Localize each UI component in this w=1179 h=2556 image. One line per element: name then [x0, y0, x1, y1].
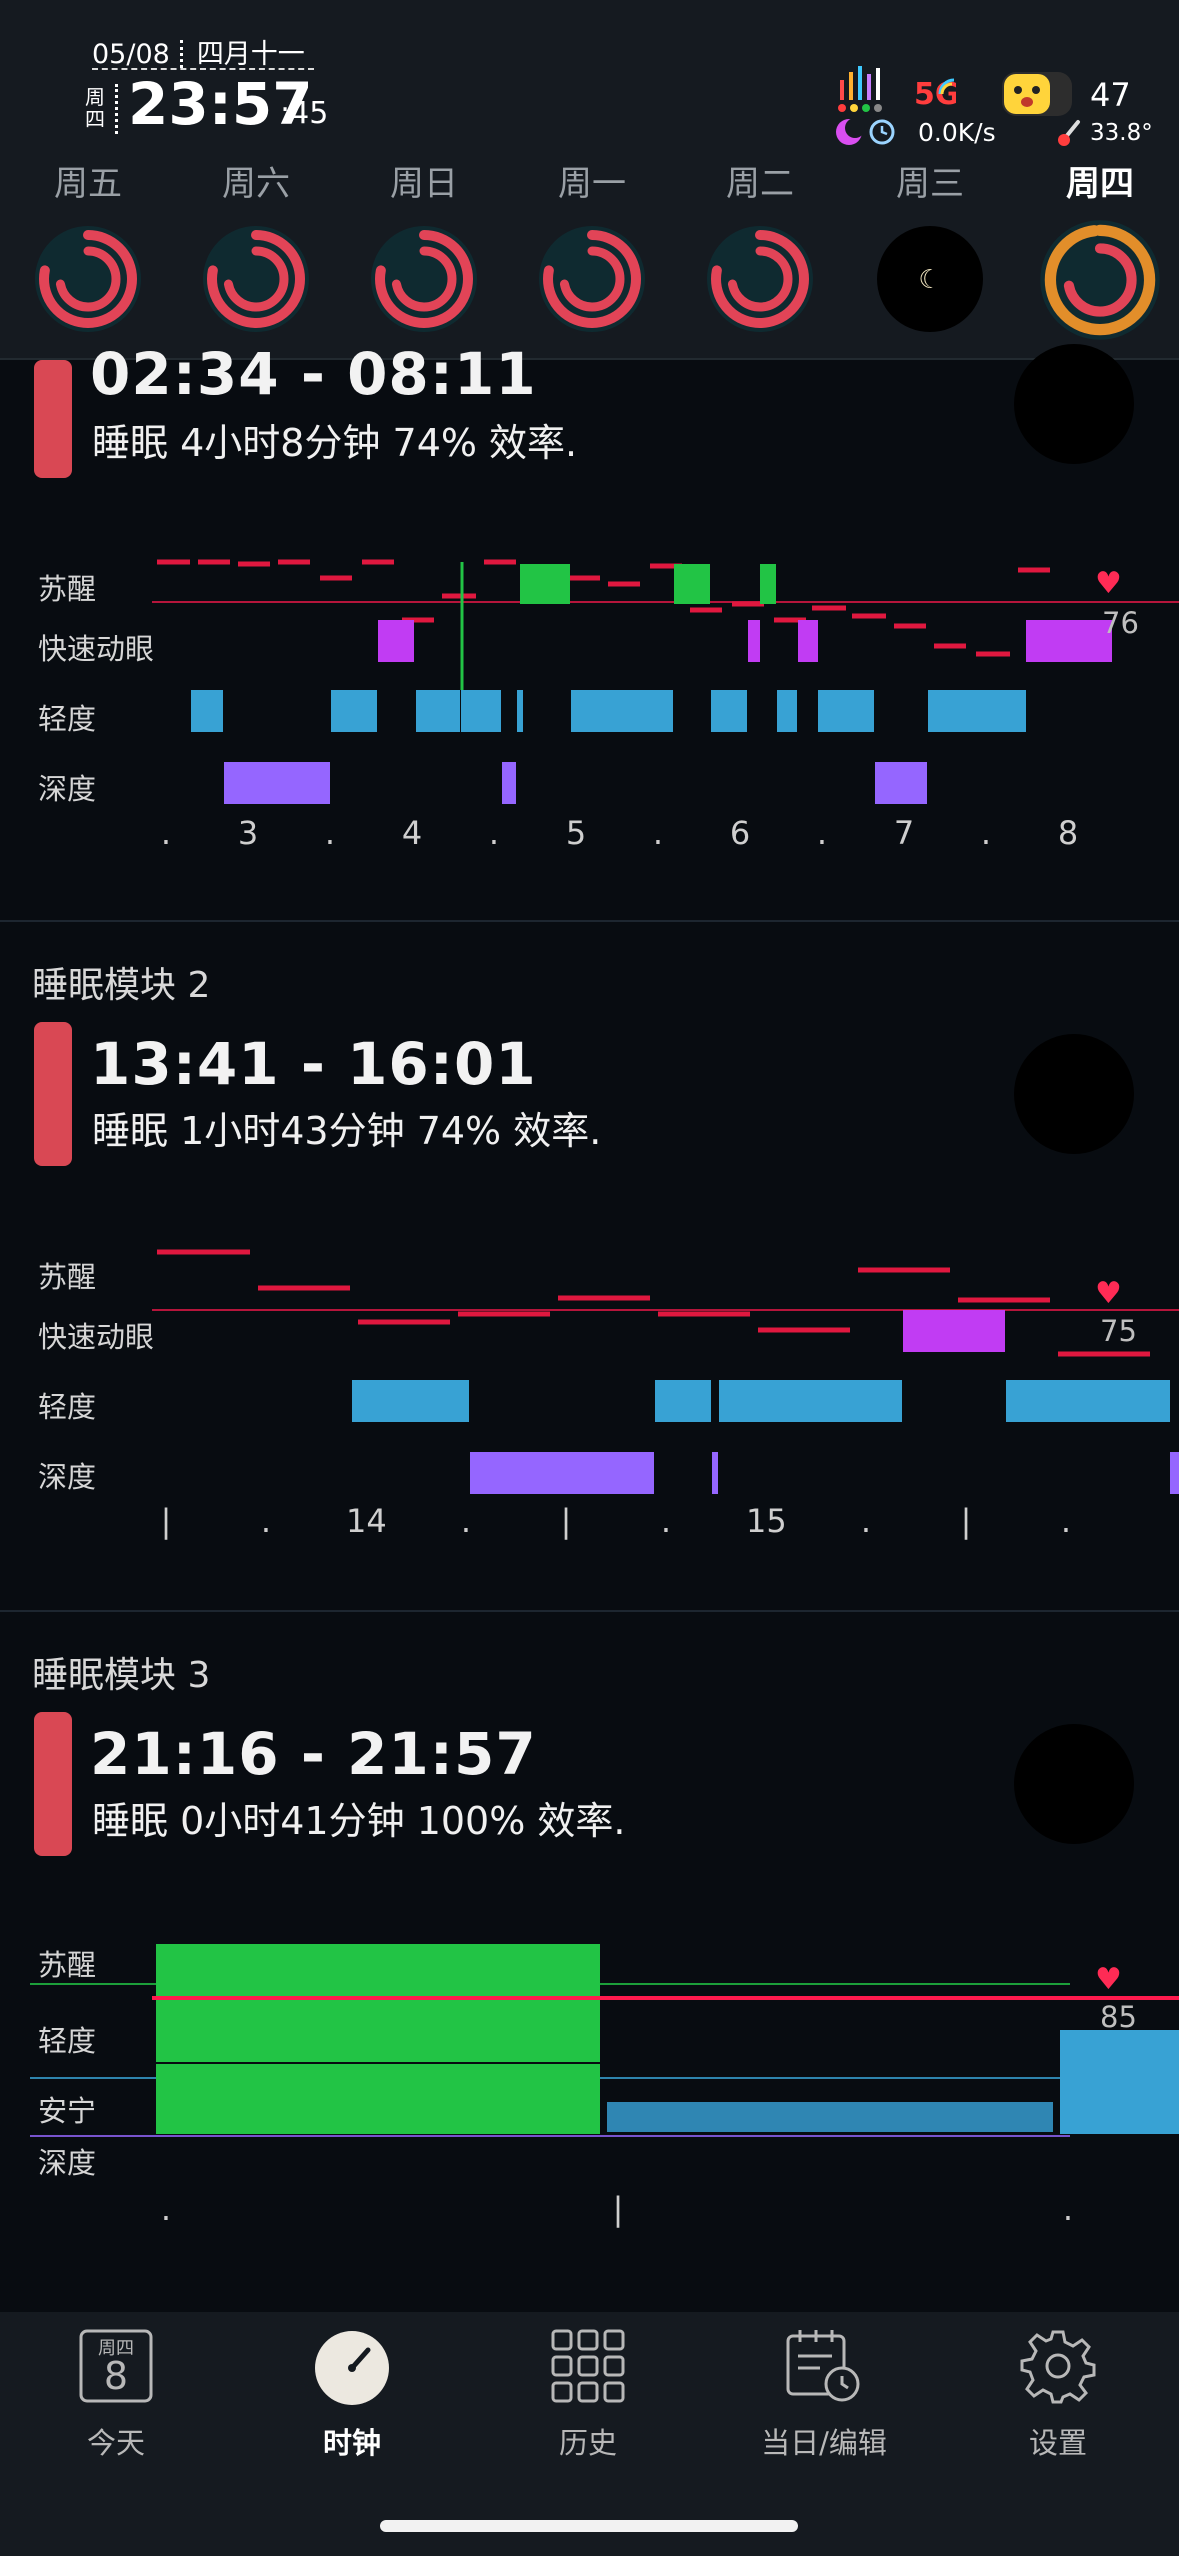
- block2-x-tick: .: [260, 1502, 272, 1540]
- block2-heart-icon: ♥: [1095, 1276, 1122, 1311]
- clock-seconds: :45: [280, 96, 329, 131]
- block1-x-tick: 7: [893, 814, 915, 852]
- block1-hr-segments: [157, 559, 1094, 657]
- block3-color-marker: [34, 1712, 72, 1856]
- day-ring-0[interactable]: [33, 224, 143, 334]
- nav-today-daynum: 8: [103, 2354, 129, 2398]
- block2-hypnogram[interactable]: [0, 1230, 1179, 1520]
- day-tab-5[interactable]: 周三: [870, 156, 990, 205]
- block1-separator: [0, 920, 1179, 922]
- gear-icon: [1020, 2330, 1096, 2404]
- weekday-vertical: 周四: [85, 85, 105, 131]
- block3-x-tick: .: [160, 2190, 172, 2228]
- block2-separator: [0, 1610, 1179, 1612]
- block2-summary: 睡眠 1小时43分钟 74% 效率.: [92, 1109, 602, 1153]
- day-ring-5[interactable]: ☾: [875, 224, 985, 334]
- grid-icon: [551, 2329, 625, 2403]
- block3-awake-bar: [156, 1944, 600, 2062]
- day-ring-6[interactable]: [1038, 218, 1162, 342]
- block3-heart-icon: ♥: [1095, 1962, 1122, 1997]
- block2-x-tick: 14: [346, 1502, 387, 1540]
- block2-x-tick: 15: [746, 1502, 787, 1540]
- date-row: 05/08 四月十一: [92, 32, 305, 71]
- calendar-edit-icon: [786, 2330, 860, 2402]
- block1-x-tick: 8: [1057, 814, 1079, 852]
- day-tab-3[interactable]: 周一: [532, 156, 652, 205]
- block1-x-tick: 5: [565, 814, 587, 852]
- block1-x-tick: .: [160, 814, 172, 852]
- block3-light-bar: [1060, 2030, 1179, 2134]
- battery-pet-icon: [1002, 72, 1072, 116]
- block1-heart-icon: ♥: [1095, 566, 1122, 601]
- block2-x-tick: |: [960, 1502, 972, 1540]
- block2-moon-circle[interactable]: [1014, 1034, 1134, 1154]
- block1-x-tick: .: [324, 814, 336, 852]
- block3-x-tick: .: [1062, 2190, 1074, 2228]
- nav-clock-label: 时钟: [322, 2426, 381, 2460]
- block2-x-tick: .: [1060, 1502, 1072, 1540]
- temperature: 33.8°: [1090, 120, 1153, 146]
- day-tab-2[interactable]: 周日: [364, 156, 484, 205]
- block3-summary: 睡眠 0小时41分钟 100% 效率.: [92, 1799, 626, 1843]
- day-tab-6[interactable]: 周四: [1040, 156, 1160, 205]
- block3-calm-bar: [607, 2102, 1053, 2132]
- lunar-date: 四月十一: [196, 39, 305, 70]
- day-ring-4[interactable]: [705, 224, 815, 334]
- block3-moon-circle[interactable]: [1014, 1724, 1134, 1844]
- block1-heart-rate: 76: [1102, 606, 1139, 640]
- block2-x-tick: |: [160, 1502, 172, 1540]
- block3-x-tick: |: [612, 2190, 624, 2228]
- thermometer-icon: [1058, 120, 1080, 146]
- day-tab-4[interactable]: 周二: [700, 156, 820, 205]
- nav-today-label: 今天: [86, 2426, 145, 2460]
- block1-color-marker: [34, 360, 72, 478]
- battery-level: 47: [1090, 76, 1131, 114]
- day-ring-3[interactable]: [537, 224, 647, 334]
- block2-x-tick: .: [860, 1502, 872, 1540]
- block1-hypnogram[interactable]: [0, 540, 1179, 830]
- block1-x-tick: 6: [729, 814, 751, 852]
- block1-stage-bars: [191, 562, 1112, 804]
- block1-x-tick: 4: [401, 814, 423, 852]
- block1-summary: 睡眠 4小时8分钟 74% 效率.: [92, 421, 578, 465]
- day-ring-1[interactable]: [201, 224, 311, 334]
- net-speed: 0.0K/s: [918, 118, 996, 147]
- block2-heart-rate: 75: [1100, 1314, 1137, 1348]
- block3-title: 睡眠模块 3: [32, 1655, 211, 1696]
- alarm-icon: [869, 119, 895, 145]
- day-tab-1[interactable]: 周六: [196, 156, 316, 205]
- block1-moon-circle[interactable]: [1014, 344, 1134, 464]
- block3-awake-bar-lower: [156, 2064, 600, 2134]
- block2-x-tick: .: [460, 1502, 472, 1540]
- day-ring-2[interactable]: [369, 224, 479, 334]
- block1-x-tick: .: [652, 814, 664, 852]
- block3-hypnogram[interactable]: [0, 1930, 1179, 2150]
- block2-x-tick: .: [660, 1502, 672, 1540]
- block3-time-range[interactable]: 21:16 - 21:57: [90, 1720, 537, 1788]
- home-indicator[interactable]: [380, 2520, 798, 2532]
- block2-x-tick: |: [560, 1502, 572, 1540]
- nav-settings-label: 设置: [1028, 2426, 1087, 2460]
- moon-icon: [836, 118, 865, 145]
- equalizer-icon: [838, 66, 882, 112]
- block2-stage-bars: [352, 1310, 1179, 1494]
- block1-x-tick: 3: [237, 814, 259, 852]
- nav-day-edit-label: 当日/编辑: [761, 2426, 887, 2460]
- nav-history-label: 历史: [558, 2426, 617, 2460]
- block3-heart-rate: 85: [1100, 2000, 1137, 2034]
- block1-x-tick: .: [816, 814, 828, 852]
- date-text: 05/08: [92, 39, 170, 70]
- weekday-divider: [115, 84, 118, 134]
- day-tab-0[interactable]: 周五: [28, 156, 148, 205]
- block1-x-tick: .: [980, 814, 992, 852]
- block2-time-range[interactable]: 13:41 - 16:01: [90, 1030, 537, 1098]
- network-5g-label: 5G: [914, 77, 956, 112]
- block2-title: 睡眠模块 2: [32, 965, 211, 1006]
- block1-time-range[interactable]: 02:34 - 08:11: [90, 340, 537, 408]
- moon-icon: ☾: [918, 265, 941, 295]
- block1-x-tick: .: [488, 814, 500, 852]
- clock-icon: [315, 2331, 389, 2405]
- block2-color-marker: [34, 1022, 72, 1166]
